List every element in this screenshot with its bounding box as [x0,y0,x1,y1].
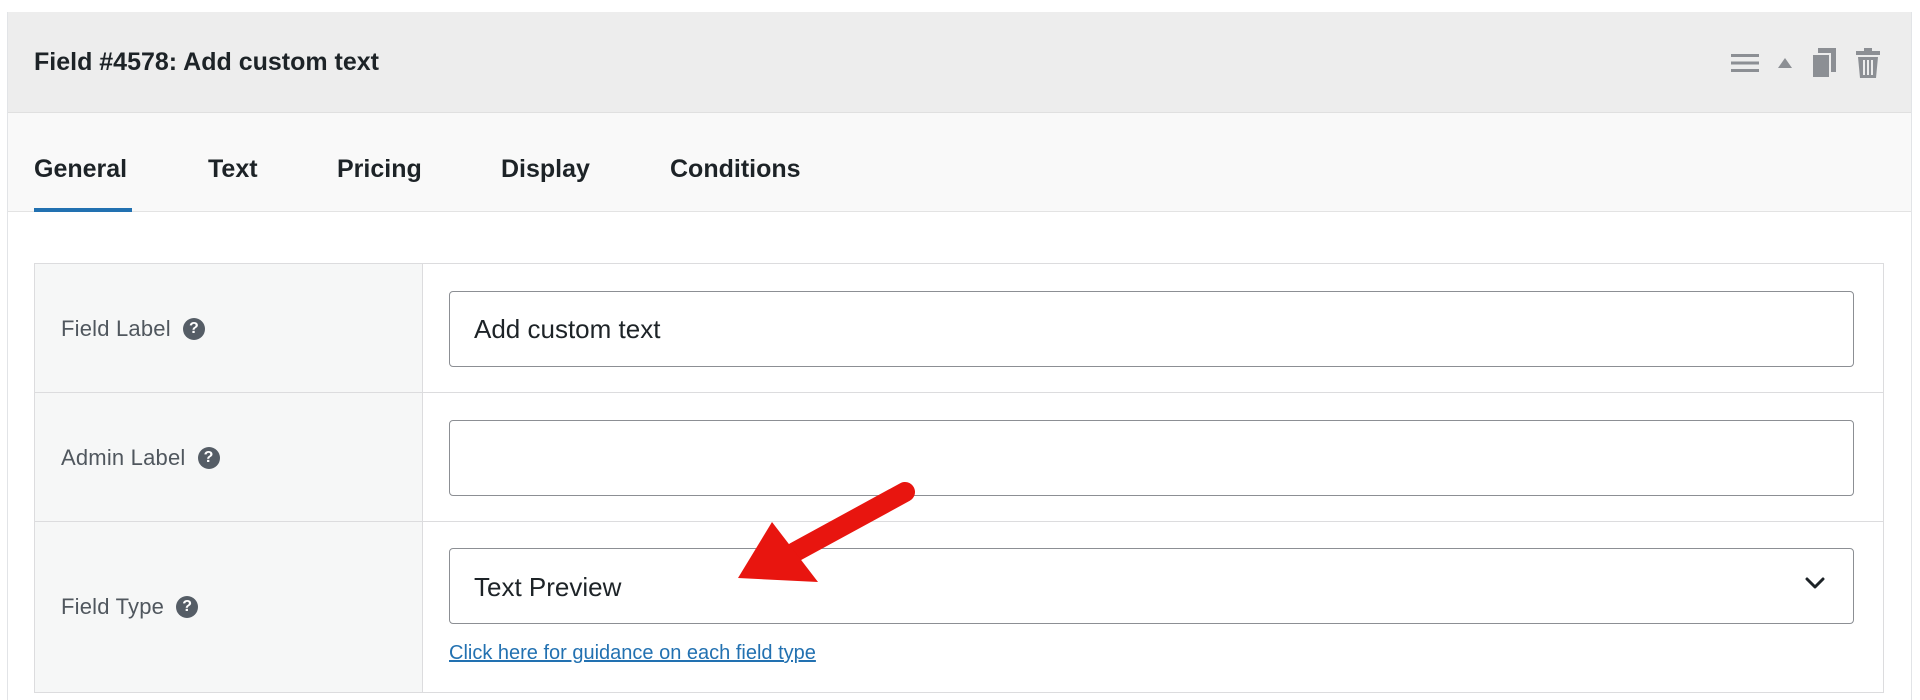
tab-bar: General Text Pricing Display Conditions [8,113,1911,212]
label-cell: Field Label ? [35,264,423,392]
row-admin-label: Admin Label ? [35,393,1883,522]
tab-content-general: Field Label ? Admin Label ? [8,212,1911,700]
tab-pricing[interactable]: Pricing [337,155,422,184]
row-field-label: Field Label ? [35,264,1883,393]
help-icon[interactable]: ? [182,318,205,340]
field-type-label: Field Type [61,594,165,619]
field-panel: Field #4578: Add custom text General Tex… [7,12,1912,700]
row-field-type: Field Type ? Text Preview Click here for… [35,522,1883,692]
field-title: Field #4578: Add custom text [34,48,379,76]
settings-table: Field Label ? Admin Label ? [34,263,1884,693]
field-type-selected-value: Text Preview [474,572,622,602]
chevron-down-icon [1805,577,1825,595]
label-wrap: Field Type ? [61,594,199,620]
menu-icon[interactable] [1731,52,1759,74]
tab-conditions[interactable]: Conditions [670,155,801,184]
trash-icon[interactable] [1855,47,1881,79]
label-cell: Admin Label ? [35,393,423,521]
help-icon[interactable]: ? [197,447,220,469]
field-type-select[interactable]: Text Preview [449,548,1854,624]
tab-general[interactable]: General [34,155,127,184]
admin-label-input[interactable] [449,420,1854,496]
duplicate-icon[interactable] [1811,47,1837,79]
admin-label-label: Admin Label [61,445,186,470]
collapse-arrow-icon[interactable] [1777,57,1793,69]
header-actions [1731,46,1881,80]
field-header[interactable]: Field #4578: Add custom text [8,12,1911,113]
field-label-input[interactable] [449,291,1854,367]
field-label-label: Field Label [61,316,171,341]
tab-text[interactable]: Text [208,155,258,184]
label-cell: Field Type ? [35,522,423,692]
help-icon[interactable]: ? [176,596,199,618]
label-wrap: Field Label ? [61,316,205,342]
field-type-guidance-link[interactable]: Click here for guidance on each field ty… [449,642,816,665]
label-wrap: Admin Label ? [61,445,220,471]
tab-display[interactable]: Display [501,155,590,184]
